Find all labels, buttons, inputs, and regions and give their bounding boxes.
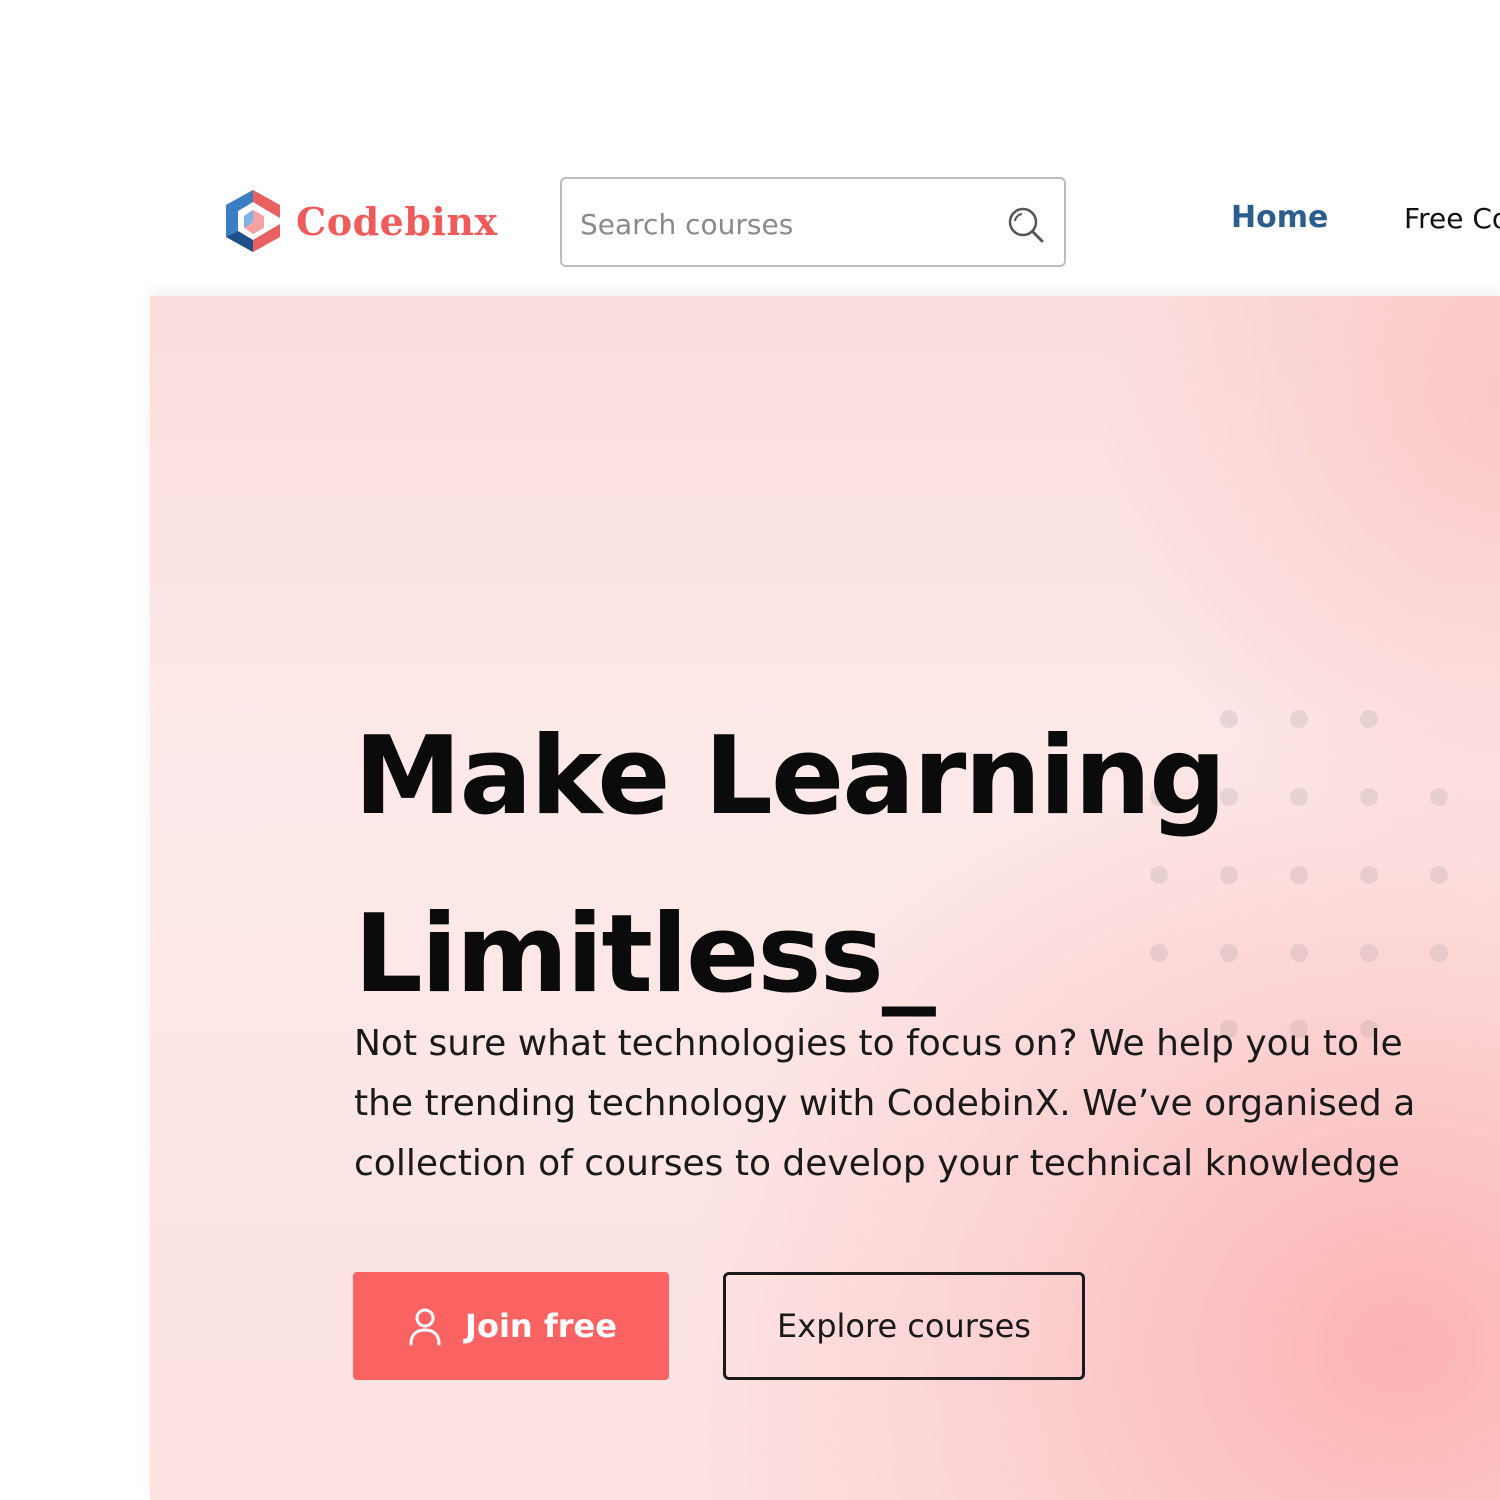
hero-description: Not sure what technologies to focus on? … bbox=[354, 1014, 1500, 1194]
description-line-2: the trending technology with CodebinX. W… bbox=[354, 1083, 1416, 1124]
explore-courses-button[interactable]: Explore courses bbox=[723, 1272, 1085, 1380]
search-input[interactable] bbox=[578, 197, 992, 251]
decor-dot bbox=[1360, 788, 1378, 806]
join-free-label: Join free bbox=[465, 1307, 617, 1345]
screenshot-stage: Codebinx Home Free Co bbox=[0, 0, 1500, 1500]
hero-section: Make Learning Limitless_ Not sure what t… bbox=[150, 296, 1500, 1500]
user-icon bbox=[405, 1306, 445, 1346]
decor-dot bbox=[1430, 866, 1448, 884]
decor-dot bbox=[1360, 866, 1378, 884]
headline-line-1: Make Learning bbox=[354, 714, 1226, 839]
brand-name: Codebinx bbox=[296, 198, 498, 244]
decor-dot bbox=[1290, 866, 1308, 884]
decor-dot bbox=[1290, 788, 1308, 806]
join-free-button[interactable]: Join free bbox=[353, 1272, 669, 1380]
decor-dot bbox=[1290, 944, 1308, 962]
brand-logo[interactable]: Codebinx bbox=[224, 188, 498, 254]
hero-headline: Make Learning Limitless_ bbox=[354, 688, 1226, 1044]
nav-item-home[interactable]: Home bbox=[1231, 200, 1328, 235]
decor-dot bbox=[1430, 788, 1448, 806]
codebinx-logo-icon bbox=[224, 188, 282, 254]
browser-window: Codebinx Home Free Co bbox=[128, 128, 1500, 1500]
search-box bbox=[560, 177, 1066, 267]
search-icon[interactable] bbox=[1006, 205, 1046, 245]
nav-item-free-courses[interactable]: Free Co bbox=[1404, 202, 1500, 235]
decor-dot bbox=[1360, 944, 1378, 962]
decor-dot bbox=[1360, 710, 1378, 728]
decor-dot bbox=[1290, 710, 1308, 728]
decor-dot bbox=[1430, 944, 1448, 962]
description-line-3: collection of courses to develop your te… bbox=[354, 1143, 1400, 1184]
description-line-1: Not sure what technologies to focus on? … bbox=[354, 1023, 1403, 1064]
site-header: Codebinx Home Free Co bbox=[128, 128, 1500, 296]
